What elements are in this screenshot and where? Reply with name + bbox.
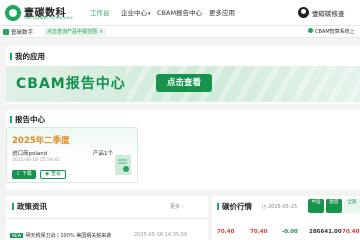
tab-eu[interactable]: 欧盟	[326, 199, 342, 213]
calendar-icon: ◷	[262, 204, 267, 210]
price-date[interactable]: ◷ 2025-05-15	[262, 204, 297, 210]
close-icon[interactable]: ×	[99, 29, 103, 35]
avatar	[298, 7, 309, 18]
price-value: 70.40	[342, 229, 360, 235]
price-change: -0.00	[282, 229, 298, 235]
user-name: 壹碳碳核查	[312, 10, 345, 18]
view-button[interactable]: ◉ 查看	[40, 170, 66, 179]
more-link[interactable]: 更多 ›	[170, 203, 184, 210]
tab-product-query[interactable]: 点击查询产品中报范围 ×	[44, 28, 107, 36]
cbam-banner[interactable]: CBAM报告中心 点击查看	[6, 66, 360, 102]
divider	[6, 218, 208, 219]
logo-icon	[5, 5, 21, 21]
nav-item-cbam-report-center[interactable]: CBAM报告中心	[157, 0, 202, 26]
brand-logo[interactable]: 壹碳数科 ONE CARBON TECHNOLOGY	[4, 3, 84, 23]
document-check-icon	[115, 155, 131, 175]
carbon-price-panel: 碳价行情 ◷ 2025-05-15 中国 欧盟 全部 70.40 70.40 -…	[212, 196, 360, 240]
my-apps-title: 我的应用	[10, 51, 45, 62]
report-card[interactable]: 2025年二季度 进口商poland 2025-06-16 15:59:45 产…	[6, 127, 138, 183]
news-date: 2025-05-16 14:35:59	[134, 232, 188, 238]
notice-icon	[308, 28, 313, 33]
report-center-title: 报告中心	[10, 114, 45, 125]
eye-icon: ◉	[45, 171, 50, 177]
nav-item-more-apps[interactable]: 更多应用	[209, 0, 235, 26]
home-icon	[3, 29, 9, 35]
banner-title: CBAM报告中心	[16, 76, 126, 92]
report-product-count: 产品1个	[93, 151, 113, 157]
price-value: 70.40	[217, 229, 235, 235]
tab-home[interactable]: 壹碳数字	[3, 28, 33, 36]
report-season: 2025年二季度	[12, 136, 70, 146]
brand-subtitle: ONE CARBON TECHNOLOGY	[24, 16, 73, 20]
new-badge: NEW	[10, 233, 24, 238]
tab-china[interactable]: 中国	[308, 199, 324, 213]
notice-bar[interactable]: CBAM智算系统上	[308, 28, 355, 35]
tab-all[interactable]: 全部	[344, 199, 360, 213]
policy-news-panel: 政策资讯 更多 › NEW 明天税保卫战 | 200% 美国钢关税来袭 2025-…	[6, 196, 208, 240]
download-icon: ⇩	[16, 171, 21, 177]
download-button[interactable]: ⇩ 下载	[12, 170, 36, 179]
chevron-down-icon: ▾	[148, 11, 151, 17]
tab-bar: 壹碳数字 点击查询产品中报范围 × CBAM智算系统上	[0, 26, 360, 38]
carbon-price-title: 碳价行情	[217, 201, 252, 212]
price-market-tabs: 中国 欧盟 全部	[308, 199, 360, 213]
report-company: 进口商poland	[12, 151, 48, 157]
report-time: 2025-06-16 15:59:45	[12, 158, 60, 163]
policy-news-title: 政策资讯	[12, 201, 47, 212]
news-item[interactable]: NEW 明天税保卫战 | 200% 美国钢关税来袭	[10, 232, 111, 239]
trade-volume: 286641.00	[309, 229, 342, 235]
nav-item-enterprise-center[interactable]: 企业中心▾	[121, 0, 151, 26]
price-value: 70.40	[250, 229, 268, 235]
banner-view-button[interactable]: 点击查看	[156, 74, 212, 92]
nav-item-workbench[interactable]: 工作台	[90, 0, 110, 26]
top-navigation-bar: 壹碳数科 ONE CARBON TECHNOLOGY 工作台 企业中心▾ CBA…	[0, 0, 360, 26]
